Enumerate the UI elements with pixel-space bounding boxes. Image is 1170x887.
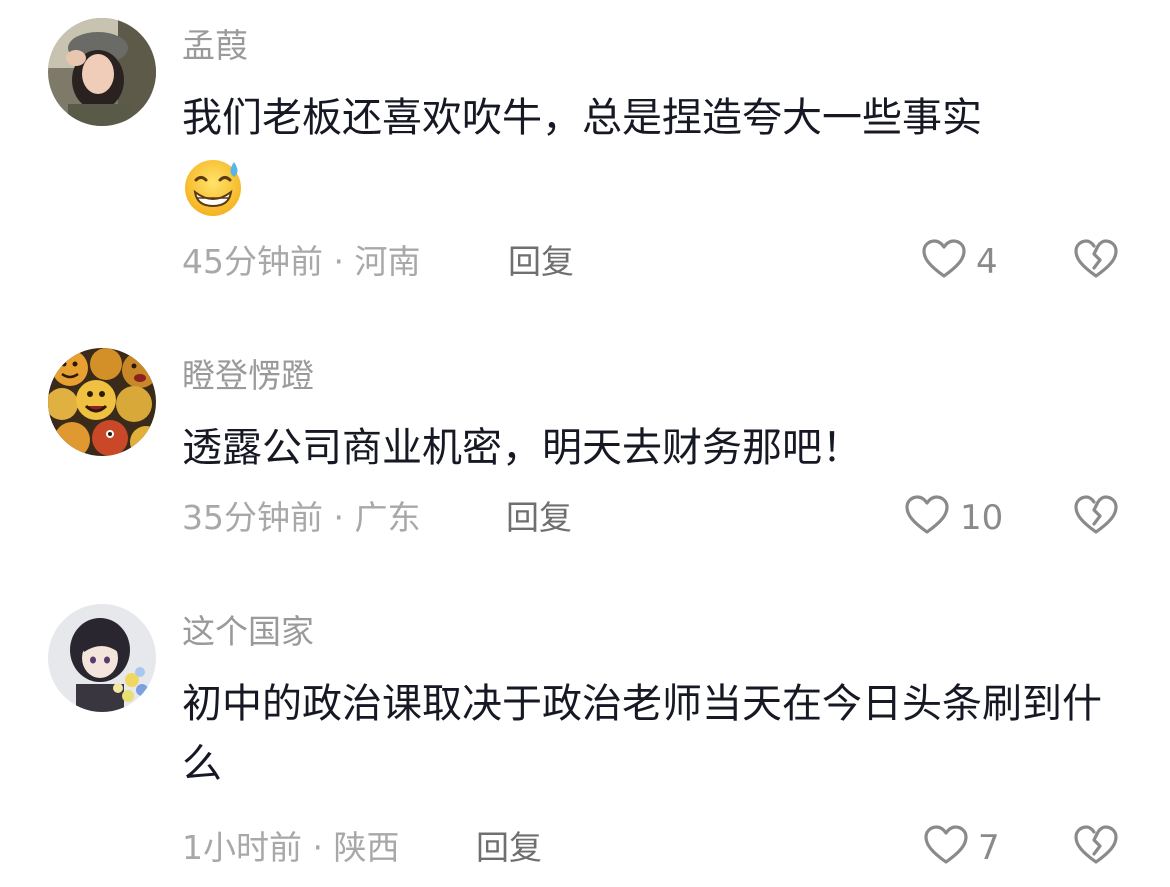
comment-text: 初中的政治课取决于政治老师当天在今日头条刷到什么 xyxy=(182,681,1102,787)
broken-heart-icon[interactable] xyxy=(1072,822,1120,870)
meta-separator: · xyxy=(312,828,324,867)
reply-button[interactable]: 回复 xyxy=(476,828,542,868)
like-count: 7 xyxy=(978,828,1000,868)
username[interactable]: 这个国家 xyxy=(182,612,314,652)
comment-item: 这个国家 初中的政治课取决于政治老师当天在今日头条刷到什么 1小时前 · 陕西 … xyxy=(0,0,1170,887)
avatar[interactable] xyxy=(48,604,156,712)
comment-time: 1小时前 xyxy=(182,828,302,867)
comment-meta: 1小时前 · 陕西 xyxy=(182,828,400,868)
comment-location: 陕西 xyxy=(333,828,400,867)
heart-outline-icon[interactable] xyxy=(922,822,970,870)
